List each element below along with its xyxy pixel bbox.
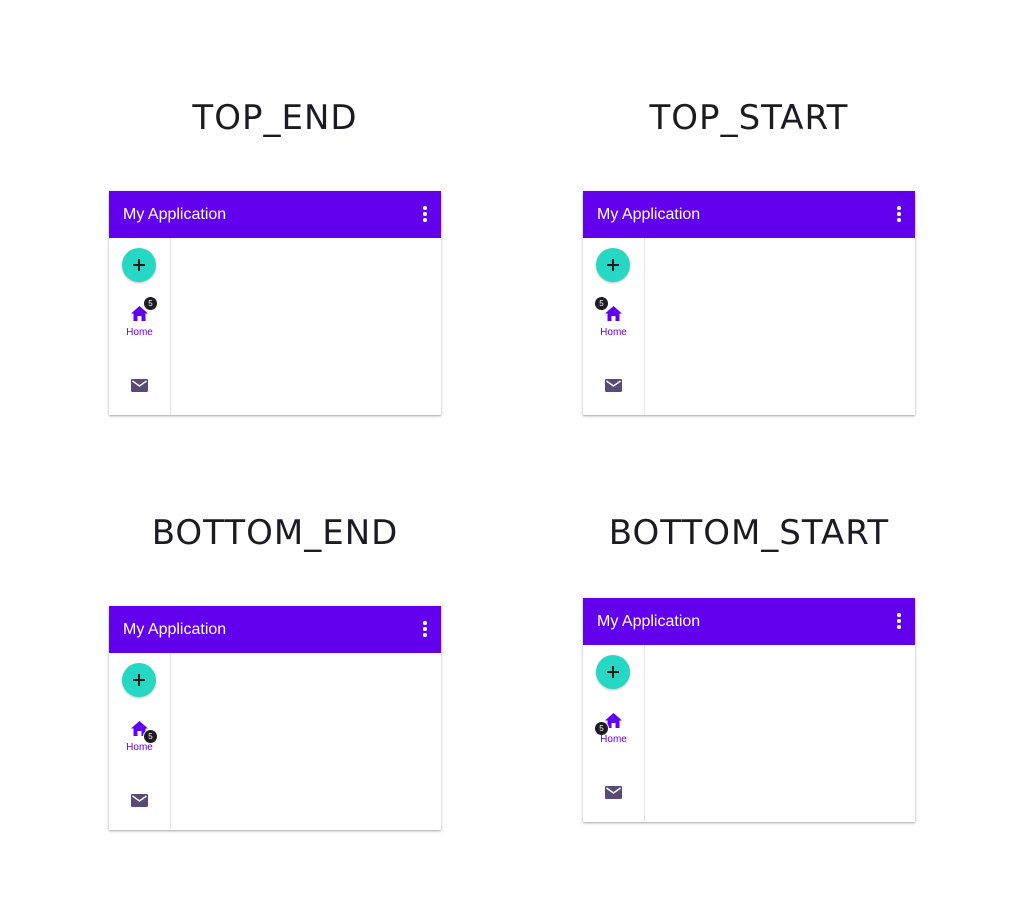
app-title: My Application: [123, 621, 227, 638]
more-vert-icon[interactable]: [423, 206, 427, 222]
home-icon: [605, 306, 622, 321]
variant-title: BOTTOM_START: [608, 513, 890, 553]
fab-add-button[interactable]: [596, 248, 630, 282]
navigation-rail: 5 Home: [583, 238, 645, 415]
plus-icon: [133, 259, 145, 271]
app-bar: My Application: [583, 191, 915, 238]
mail-icon[interactable]: [605, 379, 622, 392]
app-bar: My Application: [109, 606, 441, 653]
rail-item-home[interactable]: 5 Home: [583, 711, 644, 755]
variant-title: TOP_END: [192, 98, 358, 138]
rail-item-home[interactable]: 5 Home: [109, 296, 170, 348]
content-area: [645, 238, 915, 415]
app-window: My Application 5 Home: [109, 606, 441, 830]
app-bar: My Application: [109, 191, 441, 238]
app-title: My Application: [597, 206, 701, 223]
variant-title: BOTTOM_END: [151, 513, 399, 553]
variant-title: TOP_START: [649, 98, 849, 138]
content-area: [645, 645, 915, 822]
plus-icon: [607, 259, 619, 271]
rail-item-label: Home: [600, 734, 627, 745]
content-area: [171, 653, 441, 830]
app-window: My Application 5 Home: [109, 191, 441, 415]
plus-icon: [133, 674, 145, 686]
app-bar: My Application: [583, 598, 915, 645]
rail-item-home[interactable]: 5 Home: [109, 719, 170, 763]
app-title: My Application: [123, 206, 227, 223]
navigation-rail: 5 Home: [109, 238, 171, 415]
more-vert-icon[interactable]: [897, 613, 901, 629]
content-area: [171, 238, 441, 415]
rail-item-label: Home: [126, 327, 153, 338]
more-vert-icon[interactable]: [897, 206, 901, 222]
app-window: My Application 5 Home: [583, 191, 915, 415]
app-window: My Application 5 Home: [583, 598, 915, 822]
mail-icon[interactable]: [605, 786, 622, 799]
navigation-rail: 5 Home: [583, 645, 645, 822]
rail-item-home[interactable]: 5 Home: [583, 296, 644, 348]
navigation-rail: 5 Home: [109, 653, 171, 830]
notification-badge: 5: [143, 296, 158, 311]
fab-add-button[interactable]: [122, 248, 156, 282]
mail-icon[interactable]: [131, 379, 148, 392]
app-title: My Application: [597, 613, 701, 630]
plus-icon: [607, 666, 619, 678]
notification-badge: 5: [594, 296, 609, 311]
rail-item-label: Home: [126, 742, 153, 753]
fab-add-button[interactable]: [122, 663, 156, 697]
more-vert-icon[interactable]: [423, 621, 427, 637]
fab-add-button[interactable]: [596, 655, 630, 689]
rail-item-label: Home: [600, 327, 627, 338]
mail-icon[interactable]: [131, 794, 148, 807]
